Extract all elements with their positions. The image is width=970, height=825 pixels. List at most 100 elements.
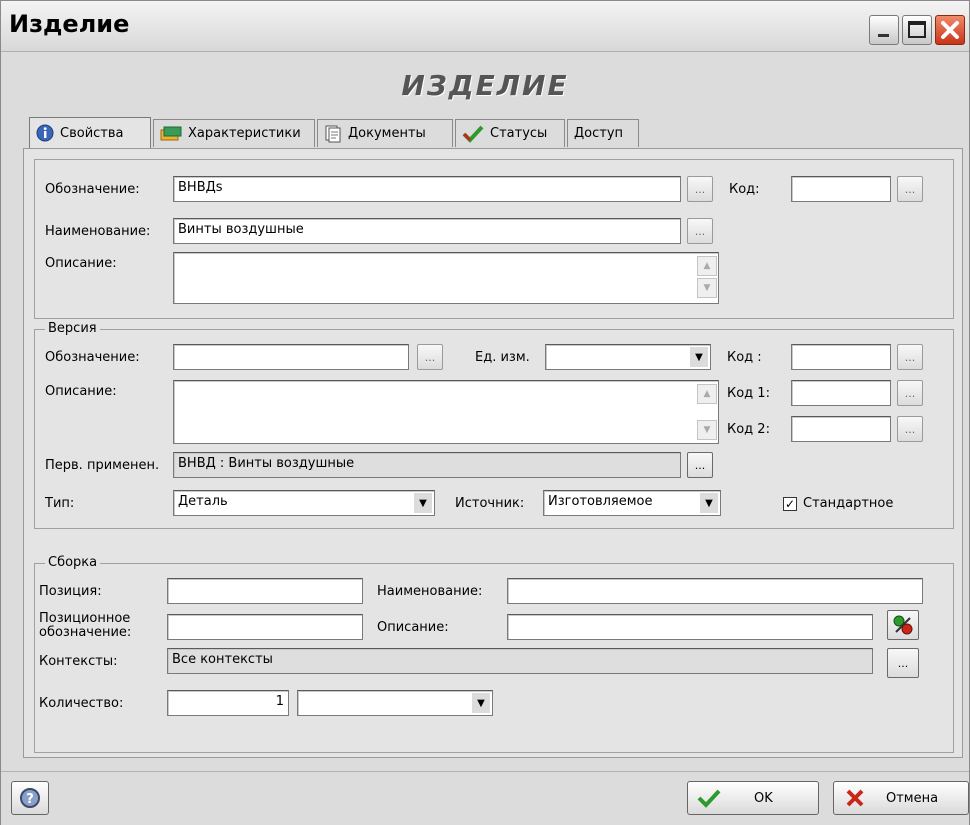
- assembly-description-field[interactable]: [507, 614, 873, 640]
- contexts-browse-button[interactable]: ...: [887, 648, 919, 678]
- item-name-browse-button[interactable]: ...: [687, 218, 713, 244]
- code1-label: Код 1:: [727, 386, 770, 401]
- button-bar: ? OK Отмена: [1, 771, 969, 825]
- checkmark-icon: [697, 789, 721, 808]
- item-name-label: Наименование:: [45, 224, 151, 239]
- unit-label: Ед. изм.: [475, 350, 530, 365]
- item-group: Обозначение: ВНВДs ... Код: ... Наименов…: [34, 159, 954, 319]
- svg-text:?: ?: [26, 792, 34, 807]
- title-bar[interactable]: Изделие: [1, 1, 969, 52]
- tab-characteristics[interactable]: Характеристики: [153, 119, 315, 147]
- assembly-name-label: Наименование:: [377, 584, 483, 599]
- ok-label: OK: [754, 790, 773, 806]
- version-description-field[interactable]: [173, 380, 719, 444]
- version-code-label: Код :: [727, 350, 762, 365]
- quantity-field[interactable]: 1: [167, 690, 289, 716]
- assembly-group-label: Сборка: [45, 555, 101, 570]
- dropdown-arrow-icon: ▼: [700, 493, 718, 513]
- tab-access[interactable]: Доступ: [567, 119, 639, 147]
- scroll-down-button[interactable]: ▼: [697, 278, 717, 298]
- item-description-label: Описание:: [45, 256, 117, 271]
- tab-statuses[interactable]: Статусы: [455, 119, 565, 147]
- tab-label: Характеристики: [188, 126, 301, 141]
- contexts-label: Контексты:: [39, 654, 118, 669]
- pos-designation-field[interactable]: [167, 614, 363, 640]
- help-button[interactable]: ?: [11, 781, 49, 815]
- assembly-group: Сборка Позиция: Наименование: Позиционно…: [34, 555, 954, 753]
- item-designation-browse-button[interactable]: ...: [687, 176, 713, 202]
- item-designation-field[interactable]: ВНВДs: [173, 176, 681, 202]
- unit-dropdown[interactable]: ▼: [545, 344, 711, 370]
- position-field[interactable]: [167, 578, 363, 604]
- checkmark-icon: [462, 125, 484, 143]
- tab-properties[interactable]: Свойства: [29, 117, 151, 148]
- tab-label: Статусы: [490, 126, 548, 141]
- quantity-unit-dropdown[interactable]: ▼: [297, 690, 493, 716]
- scroll-up-button[interactable]: ▲: [697, 384, 717, 404]
- type-label: Тип:: [45, 496, 75, 511]
- tab-documents[interactable]: Документы: [317, 119, 453, 147]
- version-designation-browse-button[interactable]: ...: [417, 344, 443, 370]
- ok-button[interactable]: OK: [687, 781, 819, 815]
- version-code-browse-button[interactable]: ...: [897, 344, 923, 370]
- window-title: Изделие: [9, 10, 130, 38]
- first-use-browse-button[interactable]: ...: [687, 452, 713, 478]
- cancel-x-icon: [846, 789, 864, 807]
- source-dropdown[interactable]: Изготовляемое ▼: [543, 490, 721, 516]
- maximize-icon: [908, 21, 926, 38]
- item-name-field[interactable]: Винты воздушные: [173, 218, 681, 244]
- info-icon: [36, 124, 54, 142]
- dropdown-arrow-icon: ▼: [414, 493, 432, 513]
- item-code-label: Код:: [729, 182, 760, 197]
- close-icon: [941, 21, 959, 39]
- close-button[interactable]: [935, 15, 965, 45]
- version-group-label: Версия: [45, 321, 100, 336]
- characteristics-icon: [160, 126, 182, 140]
- version-code-field[interactable]: [791, 344, 891, 370]
- type-dropdown[interactable]: Деталь ▼: [173, 490, 435, 516]
- dialog-heading: ИЗДЕЛИЕ: [401, 69, 569, 102]
- version-designation-label: Обозначение:: [45, 350, 140, 365]
- cancel-button[interactable]: Отмена: [833, 781, 969, 815]
- code1-field[interactable]: [791, 380, 891, 406]
- code1-browse-button[interactable]: ...: [897, 380, 923, 406]
- tab-label: Доступ: [574, 126, 624, 141]
- scroll-up-button[interactable]: ▲: [697, 256, 717, 276]
- standard-label: Стандартное: [803, 496, 894, 511]
- first-use-field: ВНВД : Винты воздушные: [173, 452, 681, 478]
- item-dialog-window: Изделие ИЗДЕЛИЕ Свойства Характеристики …: [0, 0, 970, 825]
- source-value: Изготовляемое: [548, 494, 653, 509]
- dropdown-arrow-icon: ▼: [472, 693, 490, 713]
- version-description-label: Описание:: [45, 384, 117, 399]
- minimize-button[interactable]: [869, 15, 899, 45]
- documents-icon: [325, 125, 341, 142]
- pos-designation-label-line2: обозначение:: [39, 625, 132, 640]
- minimize-icon: [878, 34, 889, 37]
- code2-field[interactable]: [791, 416, 891, 442]
- position-label: Позиция:: [39, 584, 102, 599]
- contexts-field: Все контексты: [167, 648, 873, 674]
- assembly-description-label: Описание:: [377, 620, 449, 635]
- item-code-field[interactable]: [791, 176, 891, 202]
- version-designation-field[interactable]: [173, 344, 409, 370]
- version-group: Версия Обозначение: ... Ед. изм. ▼ Код :…: [34, 321, 954, 529]
- code2-browse-button[interactable]: ...: [897, 416, 923, 442]
- item-code-browse-button[interactable]: ...: [897, 176, 923, 202]
- dropdown-arrow-icon: ▼: [690, 347, 708, 367]
- assembly-action-button[interactable]: [887, 610, 919, 640]
- maximize-button[interactable]: [902, 15, 932, 45]
- quantity-label: Количество:: [39, 696, 124, 711]
- properties-panel: Обозначение: ВНВДs ... Код: ... Наименов…: [23, 148, 963, 758]
- tab-label: Документы: [348, 126, 426, 141]
- standard-checkbox[interactable]: ✓: [783, 497, 797, 511]
- help-icon: ?: [20, 788, 40, 808]
- tab-label: Свойства: [60, 125, 124, 141]
- code2-label: Код 2:: [727, 422, 770, 437]
- scroll-down-button[interactable]: ▼: [697, 420, 717, 440]
- components-icon: [893, 615, 913, 635]
- source-label: Источник:: [455, 496, 525, 511]
- item-description-field[interactable]: [173, 252, 719, 304]
- type-value: Деталь: [178, 494, 228, 509]
- item-designation-label: Обозначение:: [45, 182, 140, 197]
- assembly-name-field[interactable]: [507, 578, 923, 604]
